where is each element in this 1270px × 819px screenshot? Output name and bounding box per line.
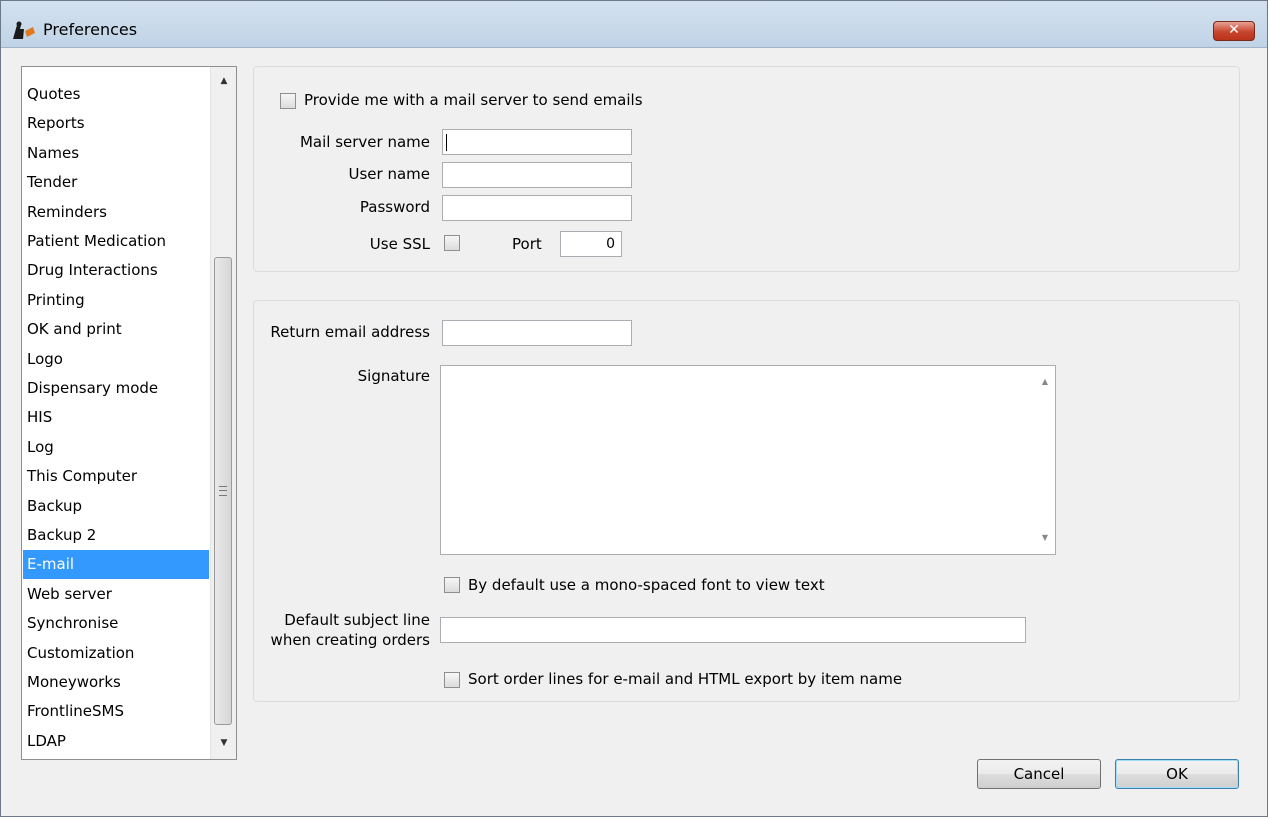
sidebar-item[interactable]: Reminders [23, 198, 209, 227]
use-ssl-label: Use SSL [369, 235, 430, 253]
mail-server-group: Provide me with a mail server to send em… [253, 66, 1240, 272]
sidebar-item[interactable]: E-mail [23, 550, 209, 580]
sidebar-item[interactable]: Moneyworks [23, 668, 209, 697]
sidebar-item[interactable]: This Computer [23, 462, 209, 491]
sidebar-item[interactable]: Drug Interactions [23, 256, 209, 285]
dialog-body: Quotes Reports Names Tender Reminders Patient… [7, 48, 1261, 811]
signature-label: Signature [357, 367, 430, 385]
sort-lines-checkbox[interactable] [444, 672, 460, 688]
sidebar-item[interactable]: FrontlineSMS [23, 697, 209, 726]
sidebar-item[interactable]: Tender [23, 168, 209, 197]
sidebar-item[interactable]: Customization [23, 639, 209, 668]
window-title: Preferences [43, 20, 138, 39]
close-icon: ✕ [1228, 22, 1240, 38]
sidebar-item[interactable]: Backup [23, 492, 209, 521]
scroll-up-icon[interactable]: ▲ [211, 71, 236, 91]
signature-scroll-up-icon[interactable]: ▲ [1035, 372, 1055, 392]
sidebar-item[interactable]: Log [23, 433, 209, 462]
sidebar-item[interactable]: Reports [23, 109, 209, 138]
sidebar-item[interactable]: Dispensary mode [23, 374, 209, 403]
title-bar: Preferences ✕ [1, 1, 1267, 48]
sidebar-item[interactable]: Names [23, 139, 209, 168]
cancel-button[interactable]: Cancel [977, 759, 1101, 789]
grip-icon [219, 486, 227, 496]
mono-font-checkbox[interactable] [444, 577, 460, 593]
sidebar-item[interactable]: Logo [23, 345, 209, 374]
preferences-window: Preferences ✕ Quotes Reports Names Tender Re… [0, 0, 1268, 817]
sidebar-item[interactable]: Patient Medication [23, 227, 209, 256]
mail-server-name-label: Mail server name [299, 133, 430, 151]
subject-line-input[interactable] [440, 617, 1026, 643]
port-label: Port [512, 235, 542, 253]
provide-mail-server-label: Provide me with a mail server to send em… [304, 91, 643, 109]
return-email-label: Return email address [270, 323, 430, 341]
use-ssl-checkbox[interactable] [444, 235, 460, 251]
sidebar-item[interactable]: Printing [23, 286, 209, 315]
preferences-category-list[interactable]: Quotes Reports Names Tender Reminders Patient… [21, 66, 237, 760]
port-input[interactable]: 0 [560, 231, 622, 257]
list-scrollbar[interactable]: ▲ ▼ [210, 67, 236, 759]
scroll-down-icon[interactable]: ▼ [211, 733, 236, 753]
provide-mail-server-checkbox[interactable] [280, 93, 296, 109]
user-name-label: User name [348, 165, 431, 183]
signature-scrollbar[interactable]: ▲ ▼ [1035, 366, 1055, 554]
sidebar-item[interactable]: Quotes [23, 80, 209, 109]
mono-font-label: By default use a mono-spaced font to vie… [468, 576, 825, 594]
email-settings-group: Return email address Signature ▲ ▼ By de… [253, 300, 1240, 702]
port-value: 0 [606, 236, 615, 252]
sidebar-item[interactable]: HIS [23, 403, 209, 432]
return-email-input[interactable] [442, 320, 632, 346]
sidebar-item[interactable]: LDAP [23, 727, 209, 756]
sidebar-item[interactable]: Backup 2 [23, 521, 209, 550]
close-button[interactable]: ✕ [1213, 21, 1255, 41]
ok-button[interactable]: OK [1115, 759, 1239, 789]
password-input[interactable] [442, 195, 632, 221]
mail-server-name-input[interactable] [442, 129, 632, 155]
sort-lines-label: Sort order lines for e-mail and HTML exp… [468, 670, 903, 688]
sidebar-item[interactable]: Web server [23, 580, 209, 609]
subject-line-label-2: when creating orders [270, 631, 430, 649]
password-label: Password [359, 198, 430, 216]
scroll-thumb[interactable] [214, 257, 232, 725]
signature-textarea[interactable]: ▲ ▼ [440, 365, 1056, 555]
user-name-input[interactable] [442, 162, 632, 188]
sidebar-item[interactable]: OK and print [23, 315, 209, 344]
sidebar-item[interactable]: Synchronise [23, 609, 209, 638]
subject-line-label-1: Default subject line [284, 611, 430, 629]
app-logo-icon [13, 21, 35, 39]
signature-scroll-down-icon[interactable]: ▼ [1035, 528, 1055, 548]
text-caret [446, 134, 447, 151]
